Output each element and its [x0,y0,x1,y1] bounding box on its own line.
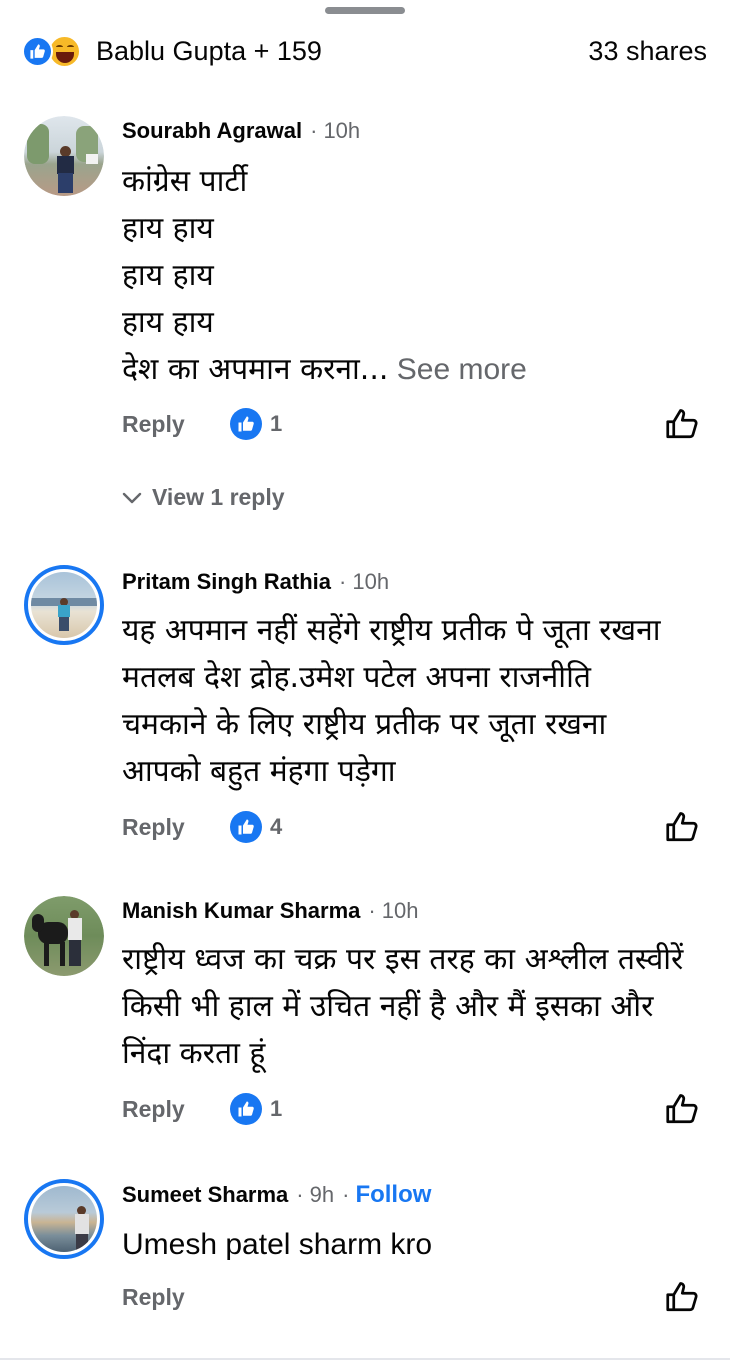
comment-meta: Pritam Singh Rathia · 10h [122,569,389,595]
separator-dot: · [310,118,318,143]
reaction-icons [22,34,88,68]
drag-handle[interactable] [325,7,405,14]
like-count-value: 1 [270,411,283,436]
thumbs-up-icon[interactable] [664,406,700,442]
comment-actions: Reply 1 [122,404,700,444]
author-name[interactable]: Manish Kumar Sharma [122,898,360,924]
view-replies-link[interactable]: View 1 reply [122,484,285,511]
like-badge-icon [230,408,262,440]
comment-meta: Sourabh Agrawal · 10h [122,118,360,144]
reply-button[interactable]: Reply [122,814,230,841]
reactors-link[interactable]: Bablu Gupta + 159 [22,34,322,68]
comment-text: Umesh patel sharm kro [122,1228,433,1261]
author-name[interactable]: Sourabh Agrawal [122,118,302,144]
view-replies-label: View 1 reply [152,484,285,510]
avatar[interactable] [24,1179,104,1259]
comment-meta: Manish Kumar Sharma · 10h [122,898,418,924]
comment-text: यह अपमान नहीं सहेंगे राष्ट्रीय प्रतीक पे… [122,613,661,789]
like-badge-icon [230,811,262,843]
like-count-value: 1 [270,1096,283,1121]
comment-actions: Reply [122,1277,700,1317]
comment-text: कांग्रेस पार्टी हाय हाय हाय हाय हाय हाय … [122,158,527,393]
timestamp: 10h [352,569,390,594]
comments-sheet: Bablu Gupta + 159 33 shares Sourabh Agra… [0,0,730,1369]
separator-dot: · [339,569,347,594]
thumbs-up-icon[interactable] [664,1279,700,1315]
comment-meta: Sumeet Sharma · 9h · Follow [122,1181,431,1209]
follow-button[interactable]: Follow [355,1181,431,1209]
reply-button[interactable]: Reply [122,1096,230,1123]
see-more-link[interactable]: See more [388,353,527,386]
like-icon [22,36,53,67]
comment-body: कांग्रेस पार्टी हाय हाय हाय हाय हाय हाय … [122,164,389,387]
timestamp: 9h [309,1182,335,1207]
separator-dot: · [296,1182,304,1207]
avatar[interactable] [24,116,104,196]
separator-dot: · [342,1182,350,1207]
timestamp: 10h [323,118,361,143]
reply-button[interactable]: Reply [122,411,230,438]
author-name[interactable]: Sumeet Sharma [122,1182,288,1208]
comment-actions: Reply 4 [122,807,700,847]
like-count[interactable]: 1 [230,408,282,440]
separator-dot: · [368,898,376,923]
reply-button[interactable]: Reply [122,1284,230,1311]
like-count[interactable]: 1 [230,1093,282,1125]
like-count[interactable]: 4 [230,811,282,843]
author-name[interactable]: Pritam Singh Rathia [122,569,331,595]
reactions-summary: Bablu Gupta + 159 33 shares [22,30,707,72]
thumbs-up-icon[interactable] [664,809,700,845]
avatar[interactable] [24,565,104,645]
comment-text: राष्ट्रीय ध्वज का चक्र पर इस तरह का अश्ल… [122,942,684,1071]
like-badge-icon [230,1093,262,1125]
thumbs-up-icon[interactable] [664,1091,700,1127]
comment-actions: Reply 1 [122,1089,700,1129]
shares-count[interactable]: 33 shares [588,36,707,67]
like-count-value: 4 [270,814,283,839]
timestamp: 10h [381,898,419,923]
avatar[interactable] [24,896,104,976]
chevron-down-icon [122,492,142,503]
reactors-text: Bablu Gupta + 159 [96,35,322,66]
divider [0,1358,730,1360]
